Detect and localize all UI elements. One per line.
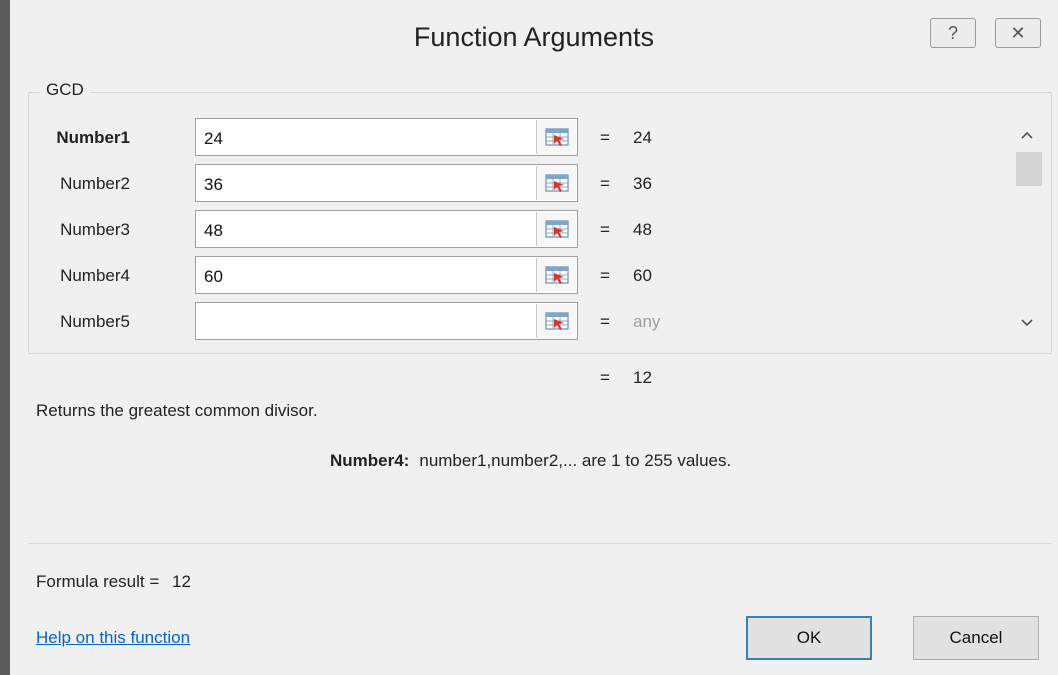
collapse-dialog-button[interactable] bbox=[536, 166, 576, 200]
title-bar: Function Arguments ? ✕ bbox=[10, 0, 1058, 80]
formula-result-value: 12 bbox=[172, 572, 191, 591]
argument-result: 36 bbox=[633, 174, 652, 193]
argument-label: Number1 bbox=[56, 128, 130, 147]
argument-row-number3: Number3 48 = 48 bbox=[10, 210, 1010, 250]
argument-help: Number4: number1,number2,... are 1 to 255… bbox=[330, 451, 731, 471]
collapse-dialog-icon bbox=[544, 266, 569, 284]
argument-row-number2: Number2 36 = 36 bbox=[10, 164, 1010, 204]
argument-help-name: Number4: bbox=[330, 451, 410, 470]
argument-label: Number5 bbox=[60, 312, 130, 331]
collapse-dialog-button[interactable] bbox=[536, 258, 576, 292]
collapse-dialog-button[interactable] bbox=[536, 304, 576, 338]
argument-input[interactable]: 36 bbox=[195, 164, 578, 202]
overall-result: 12 bbox=[633, 368, 652, 387]
function-name: GCD bbox=[40, 80, 90, 100]
argument-result: 60 bbox=[633, 266, 652, 285]
arguments-scrollbar[interactable] bbox=[1010, 118, 1044, 344]
argument-result: 24 bbox=[633, 128, 652, 147]
help-button[interactable]: ? bbox=[930, 18, 976, 48]
collapse-dialog-icon bbox=[544, 174, 569, 192]
argument-input[interactable]: 24 bbox=[195, 118, 578, 156]
chevron-down-icon[interactable] bbox=[1010, 310, 1044, 336]
collapse-dialog-button[interactable] bbox=[536, 212, 576, 246]
argument-label: Number3 bbox=[60, 220, 130, 239]
question-mark-icon: ? bbox=[947, 22, 958, 43]
argument-row-number5: Number5 = any bbox=[10, 302, 1010, 342]
argument-row-number4: Number4 60 = 60 bbox=[10, 256, 1010, 296]
argument-row-number1: Number1 24 = 24 bbox=[10, 118, 1010, 158]
equals-sign: = bbox=[600, 128, 610, 147]
formula-result: Formula result = 12 bbox=[36, 572, 191, 592]
equals-sign: = bbox=[600, 312, 610, 331]
function-description: Returns the greatest common divisor. bbox=[36, 401, 318, 420]
separator bbox=[28, 543, 1052, 544]
close-button[interactable]: ✕ bbox=[995, 18, 1041, 48]
argument-help-text: number1,number2,... are 1 to 255 values. bbox=[419, 451, 732, 470]
collapse-dialog-button[interactable] bbox=[536, 120, 576, 154]
chevron-up-icon[interactable] bbox=[1010, 122, 1044, 148]
help-on-function-link[interactable]: Help on this function bbox=[36, 628, 190, 648]
argument-input[interactable] bbox=[195, 302, 578, 340]
formula-result-label: Formula result = bbox=[36, 572, 160, 591]
collapse-dialog-icon bbox=[544, 312, 569, 330]
argument-result: 48 bbox=[633, 220, 652, 239]
equals-sign: = bbox=[600, 174, 610, 193]
argument-input[interactable]: 48 bbox=[195, 210, 578, 248]
cancel-button[interactable]: Cancel bbox=[913, 616, 1039, 660]
scroll-thumb[interactable] bbox=[1016, 152, 1042, 186]
function-arguments-dialog: Function Arguments ? ✕ GCD Number1 24 = 24 N… bbox=[0, 0, 1058, 675]
overall-equals: = bbox=[600, 368, 610, 387]
ok-button[interactable]: OK bbox=[746, 616, 872, 660]
collapse-dialog-icon bbox=[544, 220, 569, 238]
argument-result: any bbox=[633, 312, 661, 331]
dialog-title: Function Arguments bbox=[413, 22, 655, 52]
collapse-dialog-icon bbox=[544, 128, 569, 146]
argument-input[interactable]: 60 bbox=[195, 256, 578, 294]
argument-label: Number4 bbox=[60, 266, 130, 285]
equals-sign: = bbox=[600, 220, 610, 239]
argument-label: Number2 bbox=[60, 174, 130, 193]
close-icon: ✕ bbox=[1010, 22, 1026, 43]
equals-sign: = bbox=[600, 266, 610, 285]
